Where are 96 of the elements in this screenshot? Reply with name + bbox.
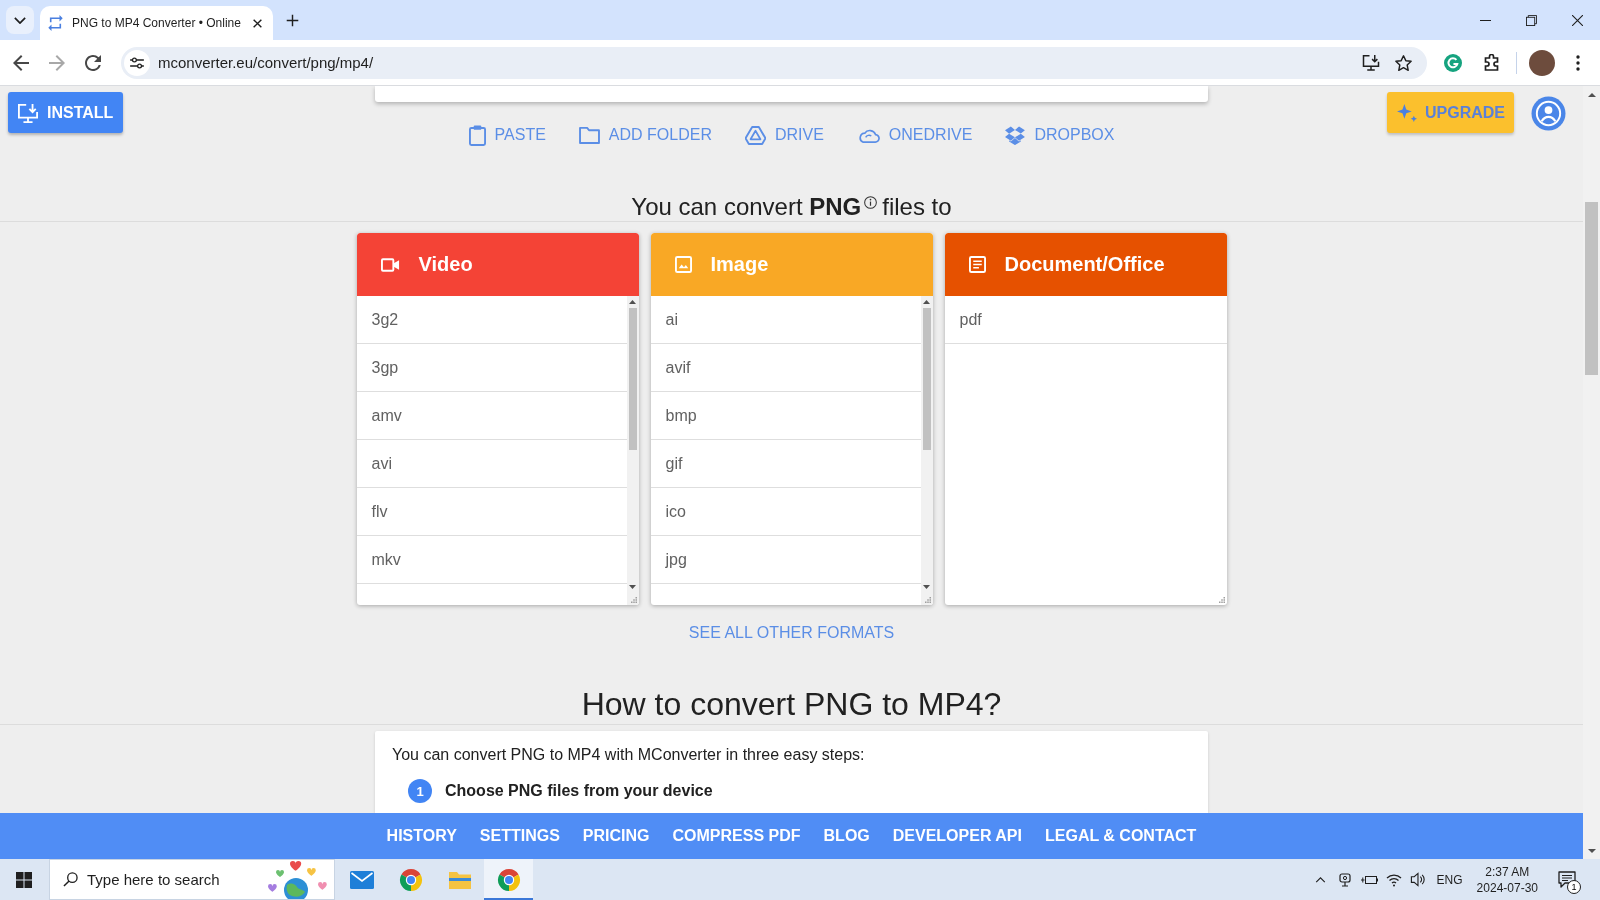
clipboard-icon bbox=[468, 124, 486, 146]
clock-button[interactable]: 2:37 AM 2024-07-30 bbox=[1468, 859, 1546, 900]
format-option[interactable]: bmp bbox=[650, 392, 921, 440]
info-icon[interactable] bbox=[864, 196, 878, 209]
format-option[interactable]: jpg bbox=[650, 536, 921, 584]
scroll-down-icon[interactable] bbox=[1587, 848, 1596, 853]
minimize-icon bbox=[1479, 19, 1491, 21]
scrollbar-thumb[interactable] bbox=[922, 308, 931, 450]
menu-icon bbox=[1576, 54, 1580, 71]
format-option[interactable]: avi bbox=[356, 440, 627, 488]
notification-icon bbox=[1558, 871, 1576, 888]
format-option[interactable]: 3g2 bbox=[356, 296, 627, 344]
account-icon bbox=[1531, 96, 1566, 131]
monitor-download-icon bbox=[17, 102, 39, 123]
document-icon bbox=[968, 256, 986, 273]
image-icon bbox=[674, 256, 692, 273]
format-option[interactable]: pdf bbox=[944, 296, 1227, 344]
browser-icon bbox=[496, 867, 521, 892]
battery-icon bbox=[1360, 873, 1378, 886]
forward-arrow-icon bbox=[49, 54, 65, 71]
category-title: Video bbox=[418, 253, 473, 276]
taskbar-app-button[interactable] bbox=[484, 859, 533, 900]
cloud-icon bbox=[856, 127, 880, 143]
site-info-button[interactable] bbox=[124, 49, 150, 76]
scrollbar-thumb[interactable] bbox=[628, 308, 637, 450]
webcam-icon bbox=[1337, 872, 1352, 887]
address-bar[interactable]: mconverter.eu/convert/png/mp4/ bbox=[121, 46, 1427, 79]
format-option[interactable]: flv bbox=[356, 488, 627, 536]
format-option[interactable]: ico bbox=[650, 488, 921, 536]
reload-icon bbox=[85, 54, 101, 71]
heading-text: files to bbox=[882, 193, 952, 221]
convert-arrows-icon bbox=[48, 15, 63, 31]
chevron-up-icon bbox=[1315, 876, 1327, 883]
resize-grip-icon bbox=[1218, 597, 1225, 603]
scrollbar-thumb[interactable] bbox=[1585, 202, 1598, 375]
install-button[interactable]: INSTALL bbox=[8, 92, 124, 133]
video-camera-icon bbox=[380, 257, 400, 272]
browser-icon bbox=[398, 867, 423, 892]
footer-link[interactable]: HISTORY bbox=[386, 827, 457, 845]
account-button[interactable] bbox=[1531, 96, 1566, 131]
scroll-up-icon[interactable] bbox=[923, 300, 930, 304]
category-title: Document/Office bbox=[1004, 253, 1165, 276]
scrollbar[interactable] bbox=[920, 296, 933, 593]
folder-icon bbox=[447, 869, 472, 890]
wifi-icon bbox=[1386, 872, 1403, 887]
format-option[interactable]: amv bbox=[356, 392, 627, 440]
format-option[interactable]: 3gp bbox=[356, 344, 627, 392]
step-number: 1 bbox=[408, 779, 432, 803]
resize-grip-icon bbox=[924, 597, 931, 603]
scroll-down-icon[interactable] bbox=[923, 585, 930, 589]
footer-link[interactable]: LEGAL & CONTACT bbox=[1045, 827, 1197, 845]
language-indicator[interactable]: ENG bbox=[1428, 872, 1469, 887]
sliders-icon bbox=[130, 56, 144, 69]
scrollbar[interactable] bbox=[626, 296, 639, 593]
notification-button[interactable]: 1 bbox=[1546, 859, 1588, 900]
footer-link[interactable]: COMPRESS PDF bbox=[672, 827, 801, 845]
diamonds-icon bbox=[1005, 125, 1026, 145]
triangle-icon bbox=[744, 125, 766, 145]
chevron-down-icon bbox=[14, 16, 26, 24]
scroll-up-icon[interactable] bbox=[1587, 92, 1596, 97]
plus-icon bbox=[285, 13, 299, 27]
format-option[interactable]: avif bbox=[650, 344, 921, 392]
footer-link[interactable]: BLOG bbox=[823, 827, 870, 845]
star-icon bbox=[1394, 54, 1412, 71]
resize-grip-icon bbox=[630, 597, 637, 603]
format-option[interactable]: ai bbox=[650, 296, 921, 344]
sparkle-icon bbox=[1397, 103, 1417, 122]
speaker-icon bbox=[1410, 872, 1426, 887]
footer-link[interactable]: DEVELOPER API bbox=[892, 827, 1022, 845]
heading-text: You can convert PNG bbox=[631, 193, 862, 221]
profile-photo-placeholder bbox=[1529, 49, 1555, 76]
browser-tab[interactable]: PNG to MP4 Converter • Online bbox=[40, 6, 273, 40]
search-icon bbox=[63, 872, 78, 887]
windows-logo-icon bbox=[16, 871, 32, 888]
format-option[interactable]: mkv bbox=[356, 536, 627, 584]
format-option[interactable]: gif bbox=[650, 440, 921, 488]
notification-count: 1 bbox=[1567, 880, 1581, 894]
close-icon bbox=[1571, 14, 1583, 26]
puzzle-icon bbox=[1483, 54, 1499, 71]
g-logo-icon bbox=[1444, 53, 1462, 72]
restore-icon bbox=[1525, 14, 1537, 26]
search-field[interactable]: Type here to search bbox=[87, 871, 247, 888]
step-text: Choose PNG files from your device bbox=[445, 782, 713, 800]
tab-search-button[interactable] bbox=[6, 6, 34, 34]
monitor-download-icon bbox=[1362, 54, 1380, 71]
folder-icon bbox=[578, 126, 600, 144]
scroll-up-icon[interactable] bbox=[629, 300, 636, 304]
footer-link[interactable]: SETTINGS bbox=[479, 827, 560, 845]
back-arrow-icon bbox=[13, 54, 29, 71]
close-icon bbox=[253, 18, 263, 28]
section-heading: How to convert PNG to MP4? bbox=[581, 685, 1002, 723]
intro-text: You can convert PNG to MP4 with MConverter in three easy steps: bbox=[392, 745, 865, 765]
scroll-down-icon[interactable] bbox=[629, 585, 636, 589]
mail-icon bbox=[349, 870, 374, 889]
category-title: Image bbox=[710, 253, 769, 276]
footer-link[interactable]: PRICING bbox=[582, 827, 650, 845]
